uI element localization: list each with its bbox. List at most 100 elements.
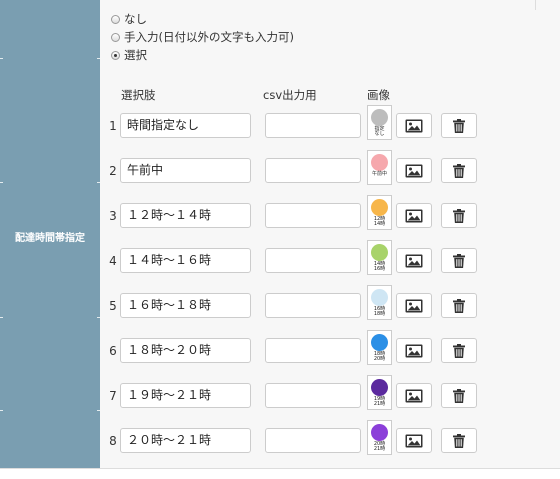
image-icon [405,254,423,268]
trash-icon [453,119,465,133]
thumbnail-caption-line: 21時 [373,446,386,452]
thumbnail-caption: 18時 20時 [368,352,391,362]
csv-input[interactable] [265,248,361,273]
thumbnail-caption-line: 20時 [373,356,386,362]
choice-input[interactable]: １９時～２１時 [120,383,251,408]
csv-input[interactable] [265,338,361,363]
circle-lightblue-icon [371,289,388,306]
thumbnail-caption-line: 16時 [373,266,386,272]
image-thumbnail: 18時 20時 [367,330,392,365]
footer-strip [0,468,560,479]
thumbnail-caption-line: 18時 [373,311,386,317]
image-icon [405,119,423,133]
delete-button[interactable] [441,383,477,408]
radio-label: なし [124,12,147,26]
select-image-button[interactable] [396,113,432,138]
divider [0,58,3,59]
delete-button[interactable] [441,203,477,228]
image-thumbnail: 20時 21時 [367,420,392,455]
image-thumbnail: 午前中 [367,150,392,185]
row-number: 4 [109,254,117,268]
radio-label: 手入力(日付以外の文字も入力可) [124,30,294,44]
circle-purple-icon [371,379,388,396]
row-number: 8 [109,434,117,448]
select-image-button[interactable] [396,428,432,453]
circle-blue-icon [371,334,388,351]
thumbnail-caption: 20時 21時 [368,442,391,452]
radio-select[interactable]: 選択 [111,48,147,62]
choice-input[interactable]: １４時～１６時 [120,248,251,273]
select-image-button[interactable] [396,203,432,228]
csv-input[interactable] [265,113,361,138]
radio-circle-selected-icon[interactable] [111,50,120,60]
choice-input[interactable]: １６時～１８時 [120,293,251,318]
delete-button[interactable] [441,428,477,453]
image-icon [405,164,423,178]
column-header-csv: csv出力用 [263,88,317,102]
radio-circle-icon[interactable] [111,14,120,24]
thumbnail-caption-line: なし [374,131,385,137]
delete-button[interactable] [441,293,477,318]
trash-icon [453,344,465,358]
trash-icon [453,389,465,403]
divider [535,0,536,10]
divider [0,182,3,183]
radio-circle-icon[interactable] [111,32,120,42]
image-icon [405,389,423,403]
select-image-button[interactable] [396,248,432,273]
csv-input[interactable] [265,203,361,228]
divider [0,317,3,318]
image-icon [405,434,423,448]
column-header-choice: 選択肢 [121,88,156,102]
sidebar: 配達時間帯指定 [0,0,100,468]
row-number: 6 [109,344,117,358]
circle-orange-icon [371,199,388,216]
thumbnail-caption: 16時 18時 [368,307,391,317]
radio-manual[interactable]: 手入力(日付以外の文字も入力可) [111,30,294,44]
select-image-button[interactable] [396,293,432,318]
choice-input[interactable]: 午前中 [120,158,251,183]
image-thumbnail: 指定 なし [367,105,392,140]
circle-green-icon [371,244,388,261]
thumbnail-caption: 14時 16時 [368,262,391,272]
thumbnail-caption: 午前中 [368,172,391,177]
image-icon [405,209,423,223]
circle-gray-icon [371,109,388,126]
choice-input[interactable]: １８時～２０時 [120,338,251,363]
delete-button[interactable] [441,113,477,138]
select-image-button[interactable] [396,158,432,183]
choice-input[interactable]: １２時～１４時 [120,203,251,228]
select-image-button[interactable] [396,338,432,363]
thumbnail-caption: 指定 なし [368,127,391,137]
row-number: 5 [109,299,117,313]
csv-input[interactable] [265,383,361,408]
row-number: 2 [109,164,117,178]
row-number: 1 [109,119,117,133]
thumbnail-caption-line: 午前中 [371,171,387,177]
row-number: 3 [109,209,117,223]
delete-button[interactable] [441,158,477,183]
circle-pink-icon [371,154,388,171]
select-image-button[interactable] [396,383,432,408]
image-icon [405,344,423,358]
delete-button[interactable] [441,338,477,363]
trash-icon [453,254,465,268]
image-thumbnail: 14時 16時 [367,240,392,275]
section-label: 配達時間帯指定 [15,233,85,244]
csv-input[interactable] [265,158,361,183]
trash-icon [453,434,465,448]
delete-button[interactable] [441,248,477,273]
column-header-image: 画像 [367,88,390,102]
trash-icon [453,209,465,223]
radio-none[interactable]: なし [111,12,147,26]
image-thumbnail: 19時 21時 [367,375,392,410]
choice-input[interactable]: ２０時～２１時 [120,428,251,453]
image-thumbnail: 16時 18時 [367,285,392,320]
csv-input[interactable] [265,293,361,318]
circle-violet-icon [371,424,388,441]
thumbnail-caption: 12時 14時 [368,217,391,227]
csv-input[interactable] [265,428,361,453]
trash-icon [453,299,465,313]
image-icon [405,299,423,313]
choice-input[interactable]: 時間指定なし [120,113,251,138]
